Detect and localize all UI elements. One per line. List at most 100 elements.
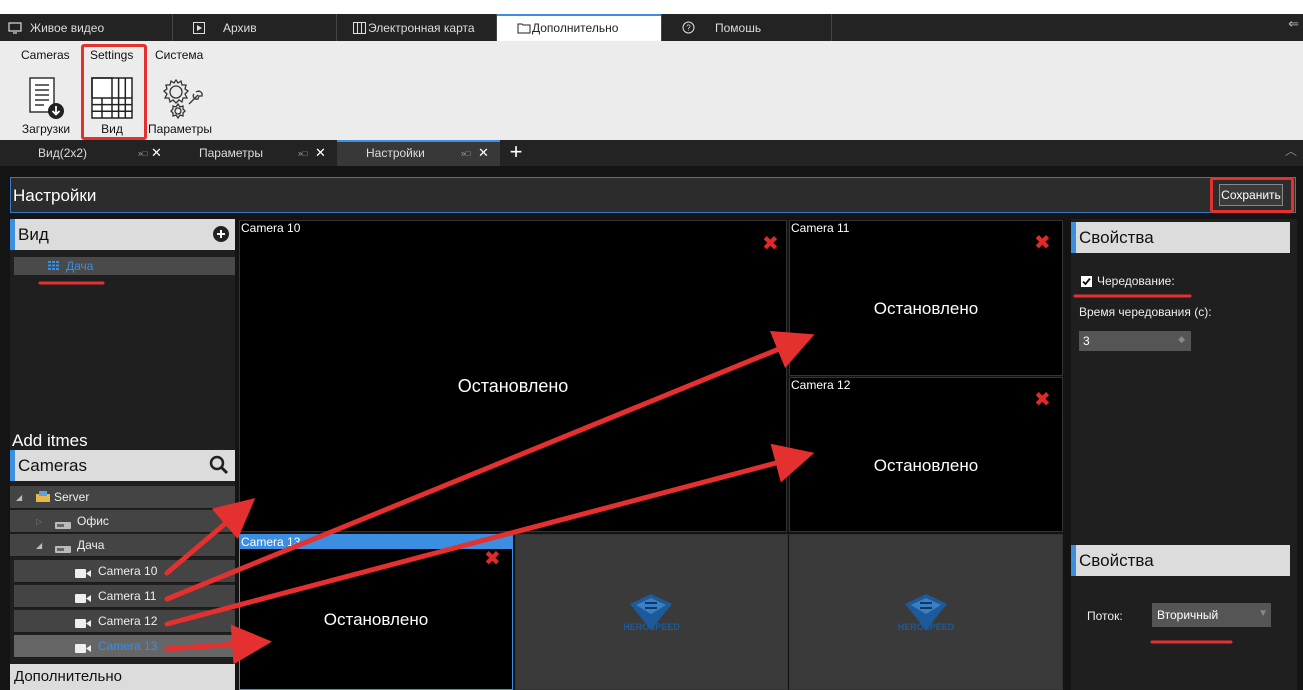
view-list-item[interactable]: Дача — [14, 257, 235, 275]
subtab-label: Параметры — [199, 146, 263, 160]
additional-section-header[interactable]: Дополнительно — [10, 664, 235, 690]
folder-icon — [517, 22, 531, 34]
pin-icon[interactable]: »□ — [298, 149, 307, 158]
view-header-label: Вид — [18, 224, 49, 244]
pin-icon[interactable]: »□ — [138, 149, 147, 158]
video-cell-camera-12[interactable]: Camera 12 ✖ Остановлено — [789, 377, 1063, 532]
rotation-time-field[interactable]: 3 ◆ — [1079, 331, 1191, 351]
video-cell-camera-10[interactable]: Camera 10 ✖ Остановлено — [239, 220, 787, 532]
monitor-icon — [8, 21, 22, 34]
close-icon[interactable]: ✖ — [1034, 230, 1051, 255]
video-cell-camera-13[interactable]: Camera 13 ✖ Остановлено — [239, 534, 513, 690]
tree-node-camera-10[interactable]: Camera 10 — [14, 560, 235, 583]
cameras-search-header: Cameras — [10, 450, 235, 481]
settings-header: Настройки — [10, 177, 1296, 213]
pin-icon[interactable]: »□ — [461, 149, 470, 158]
top-strip — [0, 0, 1303, 14]
close-icon[interactable]: ✖ — [484, 546, 501, 571]
status-text: Остановлено — [323, 610, 429, 629]
dvr-icon — [55, 518, 71, 532]
tree-label: Camera 11 — [98, 589, 157, 603]
download-list-icon — [26, 72, 66, 124]
gears-icon — [154, 72, 206, 124]
rotation-checkbox[interactable] — [1081, 276, 1092, 290]
tab-label: Электронная карта — [368, 20, 475, 35]
tree-node-camera-11[interactable]: Camera 11 — [14, 585, 235, 608]
view-item-label: Дача — [66, 259, 94, 273]
parameters-button[interactable]: Параметры — [144, 72, 216, 140]
video-cell-camera-11[interactable]: Camera 11 ✖ Остановлено — [789, 220, 1063, 376]
dvr-icon — [55, 542, 71, 556]
rotation-time-label: Время чередования (с): — [1079, 305, 1212, 319]
properties-header-label: Свойства — [1079, 227, 1154, 247]
main-tab-bar: Живое видео Архив Электронная карта Допо… — [0, 14, 1303, 41]
stream-select[interactable]: Вторичный ▼ — [1152, 603, 1271, 627]
logo-text: HEROSPEED — [623, 622, 680, 632]
tree-label: Camera 12 — [98, 614, 158, 628]
tree-label: Офис — [77, 514, 109, 528]
chevron-up-icon[interactable]: ︿ — [1285, 142, 1297, 159]
tree-node-server[interactable]: ◢ Server — [10, 486, 235, 509]
close-icon[interactable]: ✕ — [315, 145, 326, 161]
stream-value: Вторичный — [1157, 608, 1219, 622]
add-items-label: Add itmes — [12, 431, 88, 450]
tab-e-map[interactable]: Электронная карта — [337, 14, 497, 41]
tab-label: Живое видео — [30, 20, 105, 35]
close-icon[interactable]: ✕ — [151, 145, 162, 161]
tab-help[interactable]: ? Помошь — [662, 14, 832, 41]
field-value: 3 — [1083, 334, 1090, 348]
subtab-view-2x2[interactable]: Вид(2x2) »□ ✕ — [0, 140, 170, 166]
stepper-icon[interactable]: ◆ — [1178, 334, 1185, 345]
tab-label: Помошь — [715, 20, 762, 35]
parameters-label: Параметры — [148, 122, 212, 136]
properties-header-label: Свойства — [1079, 550, 1154, 570]
window-collapse-icon[interactable]: ⇐ — [1288, 16, 1299, 32]
subtab-settings[interactable]: Настройки »□ ✕ — [337, 140, 500, 166]
tab-live-video[interactable]: Живое видео — [0, 14, 173, 41]
subtab-parameters[interactable]: Параметры »□ ✕ — [170, 140, 334, 166]
tree-node-dacha[interactable]: ◢ Дача — [10, 534, 235, 557]
add-tab-button[interactable]: + — [505, 140, 527, 166]
chevron-down-icon[interactable]: ▼ — [1258, 608, 1268, 619]
tree-label: Дача — [77, 538, 105, 552]
collapsed-arrow-icon[interactable]: ▷ — [36, 517, 42, 526]
help-icon: ? — [682, 21, 695, 34]
add-circle-icon[interactable] — [213, 226, 229, 247]
downloads-button[interactable]: Загрузки — [18, 72, 74, 140]
cameras-header-label: Cameras — [18, 455, 87, 475]
close-icon[interactable]: ✖ — [762, 231, 779, 256]
annotation-highlight-box — [1210, 177, 1294, 213]
close-icon[interactable]: ✕ — [478, 145, 489, 161]
grid-small-icon — [48, 259, 59, 273]
status-text: Остановлено — [873, 456, 979, 475]
tab-additional[interactable]: Дополнительно — [497, 14, 662, 41]
properties-header-2: Свойства — [1071, 545, 1290, 576]
camera-icon — [75, 567, 91, 581]
tree-node-camera-12[interactable]: Camera 12 — [14, 610, 235, 633]
expanded-arrow-icon[interactable]: ◢ — [36, 541, 42, 550]
ribbon-tab-system[interactable]: Система — [152, 46, 206, 64]
camera-name: Camera 12 — [791, 378, 851, 392]
subtab-label: Вид(2x2) — [38, 146, 88, 160]
play-icon — [193, 21, 205, 34]
close-icon[interactable]: ✖ — [1034, 387, 1051, 412]
search-icon[interactable] — [209, 455, 229, 480]
subtab-label: Настройки — [366, 146, 425, 160]
empty-video-cell[interactable]: HEROSPEED — [789, 534, 1063, 690]
tree-node-camera-13[interactable]: Camera 13 — [14, 635, 235, 658]
camera-icon — [75, 617, 91, 631]
camera-name: Camera 10 — [241, 221, 301, 235]
tab-label: Архив — [223, 20, 257, 35]
herospeed-logo: HEROSPEED — [897, 592, 955, 632]
ribbon-tab-cameras[interactable]: Cameras — [18, 46, 73, 64]
empty-video-cell[interactable]: HEROSPEED — [515, 534, 788, 690]
expanded-arrow-icon[interactable]: ◢ — [16, 493, 22, 502]
rotation-label: Чередование: — [1097, 274, 1175, 288]
tree-label: Server — [54, 490, 90, 504]
camera-name: Camera 13 — [241, 535, 301, 549]
tree-label: Camera 10 — [98, 564, 158, 578]
logo-text: HEROSPEED — [897, 622, 955, 632]
tab-archive[interactable]: Архив — [173, 14, 337, 41]
camera-icon — [75, 642, 91, 656]
tree-node-office[interactable]: ▷ Офис — [10, 510, 235, 533]
